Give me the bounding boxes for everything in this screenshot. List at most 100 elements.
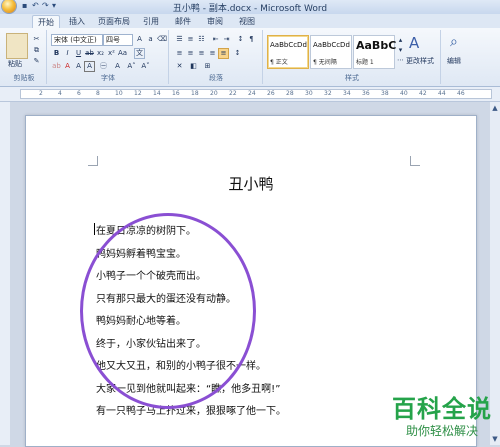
editing-group: ⌕ 编辑 [442, 30, 476, 84]
tab-view[interactable]: 视图 [234, 15, 260, 28]
shrink-font-icon[interactable]: a [145, 34, 156, 45]
ruler-mark: 24 [248, 90, 256, 97]
font-group-label: 字体 [101, 74, 115, 82]
scroll-down-icon[interactable]: ▼ [491, 435, 499, 443]
ruler-mark: 10 [115, 90, 123, 97]
font-name-select[interactable]: 宋体 (中文正) [51, 34, 103, 46]
char-scale-icon[interactable]: A [112, 61, 123, 72]
ruler-mark: 4 [58, 90, 62, 97]
text-highlight-icon[interactable]: ab [51, 61, 62, 72]
style-normal-label: ¶ 正文 [270, 59, 288, 66]
ruler-mark: 42 [419, 90, 427, 97]
tab-mailings[interactable]: 邮件 [170, 15, 196, 28]
change-case-icon[interactable]: Aa [117, 48, 128, 59]
tab-insert[interactable]: 插入 [64, 15, 90, 28]
copy-icon[interactable]: ⧉ [31, 45, 42, 56]
ruler-mark: 40 [400, 90, 408, 97]
ruler-mark: 8 [96, 90, 100, 97]
superscript-icon[interactable]: x² [106, 48, 117, 59]
distributed-icon[interactable]: ≡ [218, 48, 229, 59]
style-normal[interactable]: AaBbCcDd ¶ 正文 [267, 35, 309, 69]
subscript-icon[interactable]: x₂ [95, 48, 106, 59]
tab-references[interactable]: 引用 [138, 15, 164, 28]
style-heading-1-sample: AaBbC [356, 39, 397, 52]
editing-button[interactable]: 编辑 [447, 56, 461, 66]
ruler-mark: 38 [381, 90, 389, 97]
ruler-mark: 20 [210, 90, 218, 97]
asian-layout-icon[interactable]: ✕ [174, 61, 185, 72]
line-spacing-icon[interactable]: ↕ [232, 48, 243, 59]
shrink-font-icon-2[interactable]: A˅ [140, 61, 151, 72]
bold-icon[interactable]: B [51, 48, 62, 59]
grow-font-icon-2[interactable]: A˄ [126, 61, 137, 72]
watermark: 百科全说 助你轻松解决 [392, 389, 492, 439]
style-no-spacing[interactable]: AaBbCcDd ¶ 无间隔 [310, 35, 352, 69]
font-size-select[interactable]: 四号 [103, 34, 133, 46]
phonetic-guide-icon[interactable]: 文 [134, 48, 145, 59]
style-heading-1[interactable]: AaBbC 标题 1 [353, 35, 397, 69]
sort-icon[interactable]: ↕ [235, 34, 246, 45]
ruler-mark: 36 [362, 90, 370, 97]
align-right-icon[interactable]: ≡ [196, 48, 207, 59]
style-normal-sample: AaBbCcDd [270, 41, 307, 49]
ruler-mark: 32 [324, 90, 332, 97]
change-styles-icon[interactable]: A [409, 34, 419, 52]
window-title: 丑小鸭 - 副本.docx - Microsoft Word [172, 4, 328, 14]
style-heading-1-label: 标题 1 [356, 59, 374, 66]
ruler-mark: 34 [343, 90, 351, 97]
increase-indent-icon[interactable]: ⇥ [221, 34, 232, 45]
find-icon[interactable]: ⌕ [450, 34, 458, 50]
bullets-icon[interactable]: ☰ [174, 34, 185, 45]
clipboard-group-label: 剪贴板 [13, 74, 35, 82]
cut-icon[interactable]: ✂ [31, 34, 42, 45]
grow-font-icon[interactable]: A [134, 34, 145, 45]
italic-icon[interactable]: I [62, 48, 73, 59]
ruler-mark: 12 [134, 90, 142, 97]
enclose-char-icon[interactable]: ㊀ [98, 61, 109, 72]
align-center-icon[interactable]: ≡ [185, 48, 196, 59]
show-marks-icon[interactable]: ¶ [246, 34, 257, 45]
text-cursor [94, 223, 95, 235]
ruler-mark: 16 [172, 90, 180, 97]
tab-page-layout[interactable]: 页面布局 [96, 15, 132, 28]
tab-home[interactable]: 开始 [32, 15, 60, 29]
justify-icon[interactable]: ≡ [207, 48, 218, 59]
font-group: 宋体 (中文正) 四号 A a ⌫ B I U ab x₂ x² Aa 文 ab… [48, 30, 169, 84]
horizontal-ruler[interactable]: 2 4 6 8 10 12 14 16 18 20 22 24 26 28 30 32 34 36 38 40 42 44… [0, 87, 500, 102]
ruler-mark: 28 [286, 90, 294, 97]
clear-format-icon[interactable]: ⌫ [156, 34, 167, 45]
format-painter-icon[interactable]: ✎ [31, 56, 42, 67]
paste-icon[interactable] [6, 33, 28, 59]
decrease-indent-icon[interactable]: ⇤ [210, 34, 221, 45]
watermark-main: 百科全说 [392, 395, 492, 423]
underline-icon[interactable]: U [73, 48, 84, 59]
multilevel-list-icon[interactable]: ☷ [196, 34, 207, 45]
borders-icon[interactable]: ⊞ [202, 61, 213, 72]
char-border-icon[interactable]: A [84, 61, 95, 72]
numbering-icon[interactable]: ≡ [185, 34, 196, 45]
ruler-mark: 30 [305, 90, 313, 97]
title-bar: ▪ ↶ ↷ ▾ 丑小鸭 - 副本.docx - Microsoft Word [0, 0, 500, 15]
ruler-mark: 14 [153, 90, 161, 97]
clipboard-group: 粘贴 ✂ ⧉ ✎ 剪贴板 [2, 30, 47, 84]
tab-review[interactable]: 审阅 [202, 15, 228, 28]
shading-icon[interactable]: ◧ [188, 61, 199, 72]
scroll-up-icon[interactable]: ▲ [491, 104, 499, 112]
margin-corner-top-left [88, 156, 98, 166]
align-left-icon[interactable]: ≡ [174, 48, 185, 59]
font-color-icon[interactable]: A [62, 61, 73, 72]
strikethrough-icon[interactable]: ab [84, 48, 95, 59]
ruler-mark: 46 [457, 90, 465, 97]
paste-button[interactable]: 粘贴 [8, 59, 22, 69]
change-styles-button[interactable]: 更改样式 [406, 56, 434, 66]
document-title: 丑小鸭 [228, 175, 274, 193]
ribbon: 粘贴 ✂ ⧉ ✎ 剪贴板 宋体 (中文正) 四号 A a ⌫ B I U ab … [0, 28, 500, 87]
styles-group-label: 样式 [345, 74, 359, 82]
ruler-track: 2 4 6 8 10 12 14 16 18 20 22 24 26 28 30 32 34 36 38 40 42 44… [20, 89, 492, 99]
ruler-mark: 18 [191, 90, 199, 97]
paragraph-group: ☰ ≡ ☷ ⇤ ⇥ ↕ ¶ ≡ ≡ ≡ ≡ ≡ ↕ ✕ ◧ ⊞ 段落 [170, 30, 263, 84]
styles-more-icon[interactable]: ⋯ [395, 55, 406, 66]
char-shading-icon[interactable]: A [73, 61, 84, 72]
annotation-circle [80, 213, 256, 409]
ruler-mark: 6 [77, 90, 81, 97]
